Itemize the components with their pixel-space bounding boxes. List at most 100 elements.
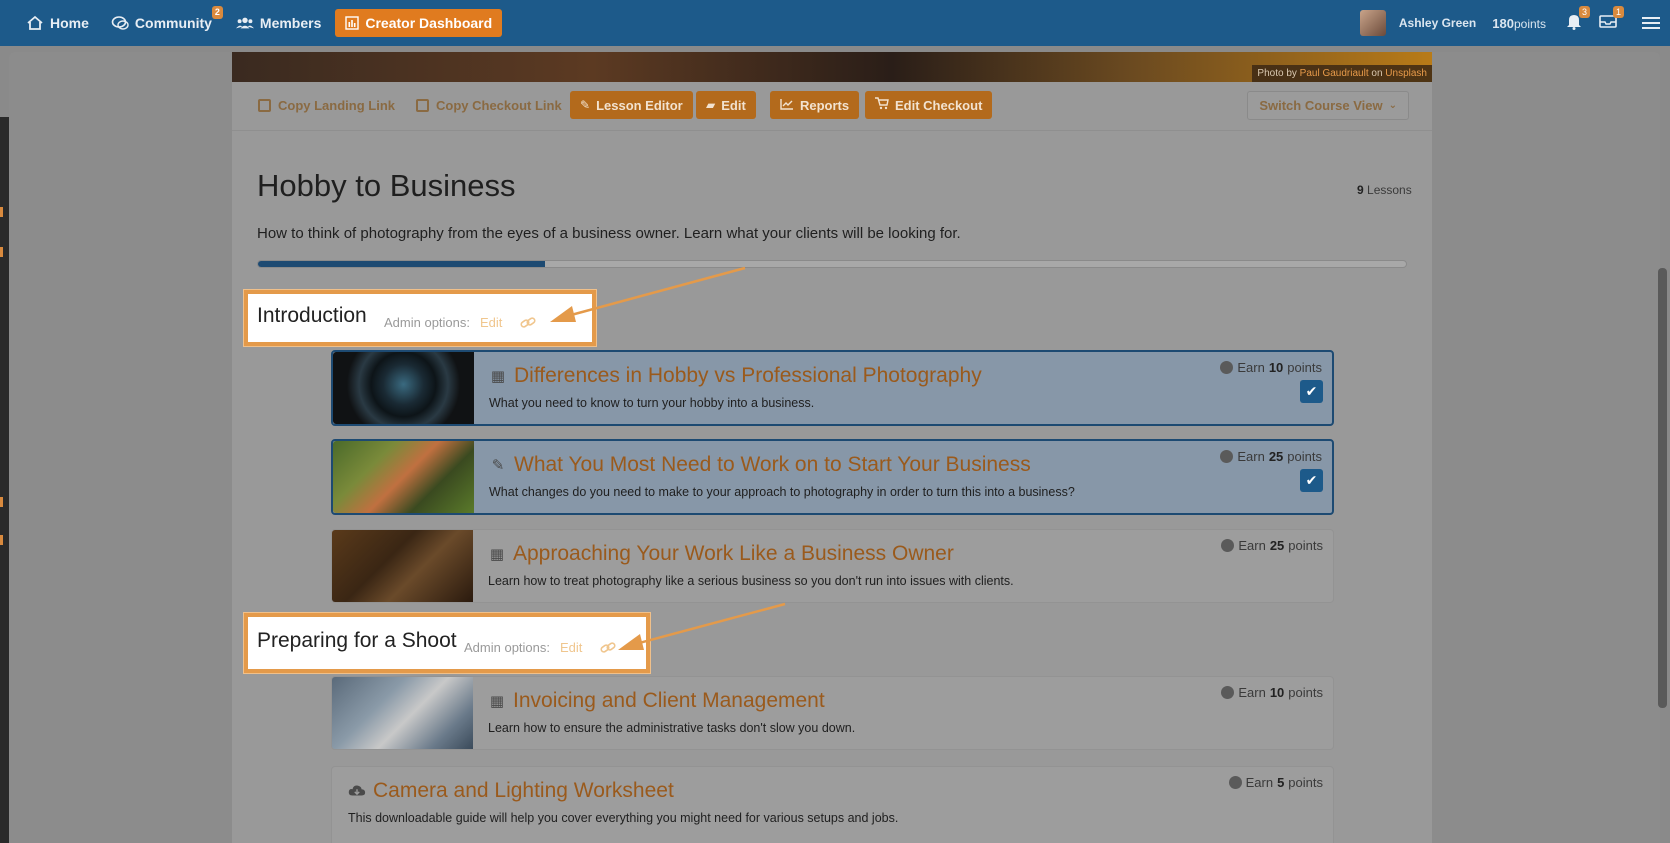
copy-checkout-link[interactable]: Copy Checkout Link — [416, 98, 562, 113]
messages-button[interactable]: 1 — [1598, 6, 1624, 33]
lesson-title[interactable]: ▦ Approaching Your Work Like a Business … — [488, 542, 954, 566]
earn-points-value: 25 — [1269, 538, 1285, 553]
badge-icon — [1221, 686, 1235, 699]
lesson-item[interactable]: ▦ Approaching Your Work Like a Business … — [331, 529, 1334, 603]
lesson-thumbnail — [332, 530, 473, 602]
lesson-title-text: Camera and Lighting Worksheet — [373, 779, 674, 802]
lessons-count-value: 9 — [1357, 183, 1364, 197]
avatar[interactable] — [1359, 10, 1386, 36]
notifications-button[interactable]: 3 — [1564, 6, 1590, 33]
lesson-points: Earn 25 points — [1220, 449, 1322, 464]
section-title: Introduction — [257, 304, 367, 327]
section-edit-link[interactable]: Edit — [560, 640, 582, 655]
user-area: Ashley Green 180points 3 1 — [1359, 0, 1670, 46]
lesson-points: Earn 25 points — [1221, 538, 1323, 553]
hamburger-menu-icon[interactable] — [1642, 14, 1660, 32]
copy-landing-link[interactable]: Copy Landing Link — [258, 98, 395, 113]
pencil-icon: ✎ — [491, 457, 505, 474]
user-name[interactable]: Ashley Green — [1399, 16, 1476, 30]
film-icon: ▦ — [490, 368, 506, 385]
reports-label: Reports — [800, 97, 850, 113]
edit-label: Edit — [721, 97, 746, 113]
lesson-description: Learn how to ensure the administrative t… — [488, 721, 856, 735]
creator-dashboard-button[interactable]: Creator Dashboard — [335, 9, 503, 37]
earn-prefix: Earn — [1245, 775, 1274, 790]
lesson-points: Earn 5 points — [1228, 775, 1323, 790]
nav-community-label: Community — [134, 15, 212, 31]
lesson-thumbnail — [332, 677, 473, 749]
switch-course-view-dropdown[interactable]: Switch Course View ⌄ — [1247, 91, 1409, 120]
earn-suffix: points — [1288, 685, 1323, 700]
course-description: How to think of photography from the eye… — [257, 225, 961, 242]
earn-points-value: 10 — [1269, 685, 1285, 700]
lesson-points: Earn 10 points — [1220, 360, 1322, 375]
course-toolbar: Copy Landing Link Copy Checkout Link ✎ L… — [232, 82, 1432, 131]
lesson-title[interactable]: Camera and Lighting Worksheet — [348, 779, 674, 803]
nav-community[interactable]: Community 2 — [111, 6, 223, 32]
lesson-title[interactable]: ✎ What You Most Need to Work on to Start… — [489, 453, 1031, 477]
completed-checkbox[interactable]: ✔ — [1300, 380, 1323, 403]
notifications-badge: 3 — [1578, 6, 1590, 18]
lesson-title[interactable]: ▦ Differences in Hobby vs Professional P… — [489, 364, 982, 388]
lesson-item[interactable]: ▦ Invoicing and Client Management Learn … — [331, 676, 1334, 750]
lesson-item[interactable]: Camera and Lighting Worksheet This downl… — [331, 766, 1334, 843]
nav-home-label: Home — [50, 15, 89, 31]
points-value: 180 — [1492, 15, 1514, 31]
credit-author-link[interactable]: Paul Gaudriault — [1300, 68, 1369, 79]
nav-members-label: Members — [259, 15, 322, 31]
credit-prefix: Photo by — [1257, 68, 1297, 79]
users-icon — [235, 14, 254, 32]
nav-members[interactable]: Members — [235, 14, 322, 32]
lesson-description: This downloadable guide will help you co… — [348, 811, 899, 825]
edit-button[interactable]: ▰ Edit — [696, 91, 756, 119]
photo-credit: Photo by Paul Gaudriault on Unsplash — [1252, 65, 1432, 82]
film-icon: ▦ — [489, 693, 505, 710]
annotation-arrow-2 — [618, 602, 786, 650]
chat-icon — [111, 14, 129, 32]
admin-options-label: Admin options: — [464, 640, 550, 655]
earn-suffix: points — [1288, 538, 1323, 553]
chart-icon — [345, 16, 360, 30]
copy-landing-label: Copy Landing Link — [278, 98, 395, 113]
nav-home[interactable]: Home — [26, 14, 89, 32]
lesson-title-text: Approaching Your Work Like a Business Ow… — [513, 542, 954, 565]
check-icon: ✔ — [1305, 383, 1318, 399]
course-progress-bar — [257, 260, 1407, 268]
earn-prefix: Earn — [1238, 685, 1266, 700]
lesson-description: What changes do you need to make to your… — [489, 485, 1075, 499]
lesson-title-text: Invoicing and Client Management — [513, 689, 825, 712]
completed-checkbox[interactable]: ✔ — [1300, 469, 1323, 492]
earn-points-value: 10 — [1268, 360, 1284, 375]
earn-points-value: 25 — [1268, 449, 1284, 464]
lesson-item[interactable]: ✎ What You Most Need to Work on to Start… — [331, 439, 1334, 515]
edit-checkout-button[interactable]: Edit Checkout — [865, 91, 993, 119]
lesson-title[interactable]: ▦ Invoicing and Client Management — [488, 689, 825, 713]
earn-suffix: points — [1288, 775, 1323, 790]
lesson-editor-label: Lesson Editor — [596, 97, 683, 113]
admin-options-label: Admin options: — [384, 315, 470, 330]
switch-view-label: Switch Course View — [1259, 98, 1383, 113]
lessons-count-label: Lessons — [1367, 183, 1412, 197]
page-scrollbar[interactable] — [1658, 268, 1667, 708]
link-icon[interactable] — [519, 314, 537, 332]
earn-suffix: points — [1287, 449, 1322, 464]
lesson-editor-button[interactable]: ✎ Lesson Editor — [570, 91, 693, 119]
section-title: Preparing for a Shoot — [257, 629, 457, 652]
earn-prefix: Earn — [1237, 360, 1265, 375]
top-navigation: Home Community 2 Members Creator Dashboa… — [0, 0, 1670, 46]
section-edit-link[interactable]: Edit — [480, 315, 502, 330]
lesson-item[interactable]: ▦ Differences in Hobby vs Professional P… — [331, 350, 1334, 426]
credit-site-link[interactable]: Unsplash — [1385, 68, 1427, 79]
lesson-description: What you need to know to turn your hobby… — [489, 396, 815, 410]
chevron-down-icon: ⌄ — [1388, 100, 1397, 111]
check-icon: ✔ — [1305, 472, 1318, 488]
download-icon — [348, 783, 366, 799]
creator-dashboard-label: Creator Dashboard — [365, 15, 493, 31]
reports-button[interactable]: Reports — [770, 91, 860, 119]
home-icon — [26, 14, 44, 32]
lesson-thumbnail — [333, 352, 474, 424]
copy-icon — [416, 99, 429, 112]
lesson-points: Earn 10 points — [1221, 685, 1323, 700]
course-hero-image: Photo by Paul Gaudriault on Unsplash — [232, 52, 1432, 82]
copy-checkout-label: Copy Checkout Link — [436, 98, 562, 113]
